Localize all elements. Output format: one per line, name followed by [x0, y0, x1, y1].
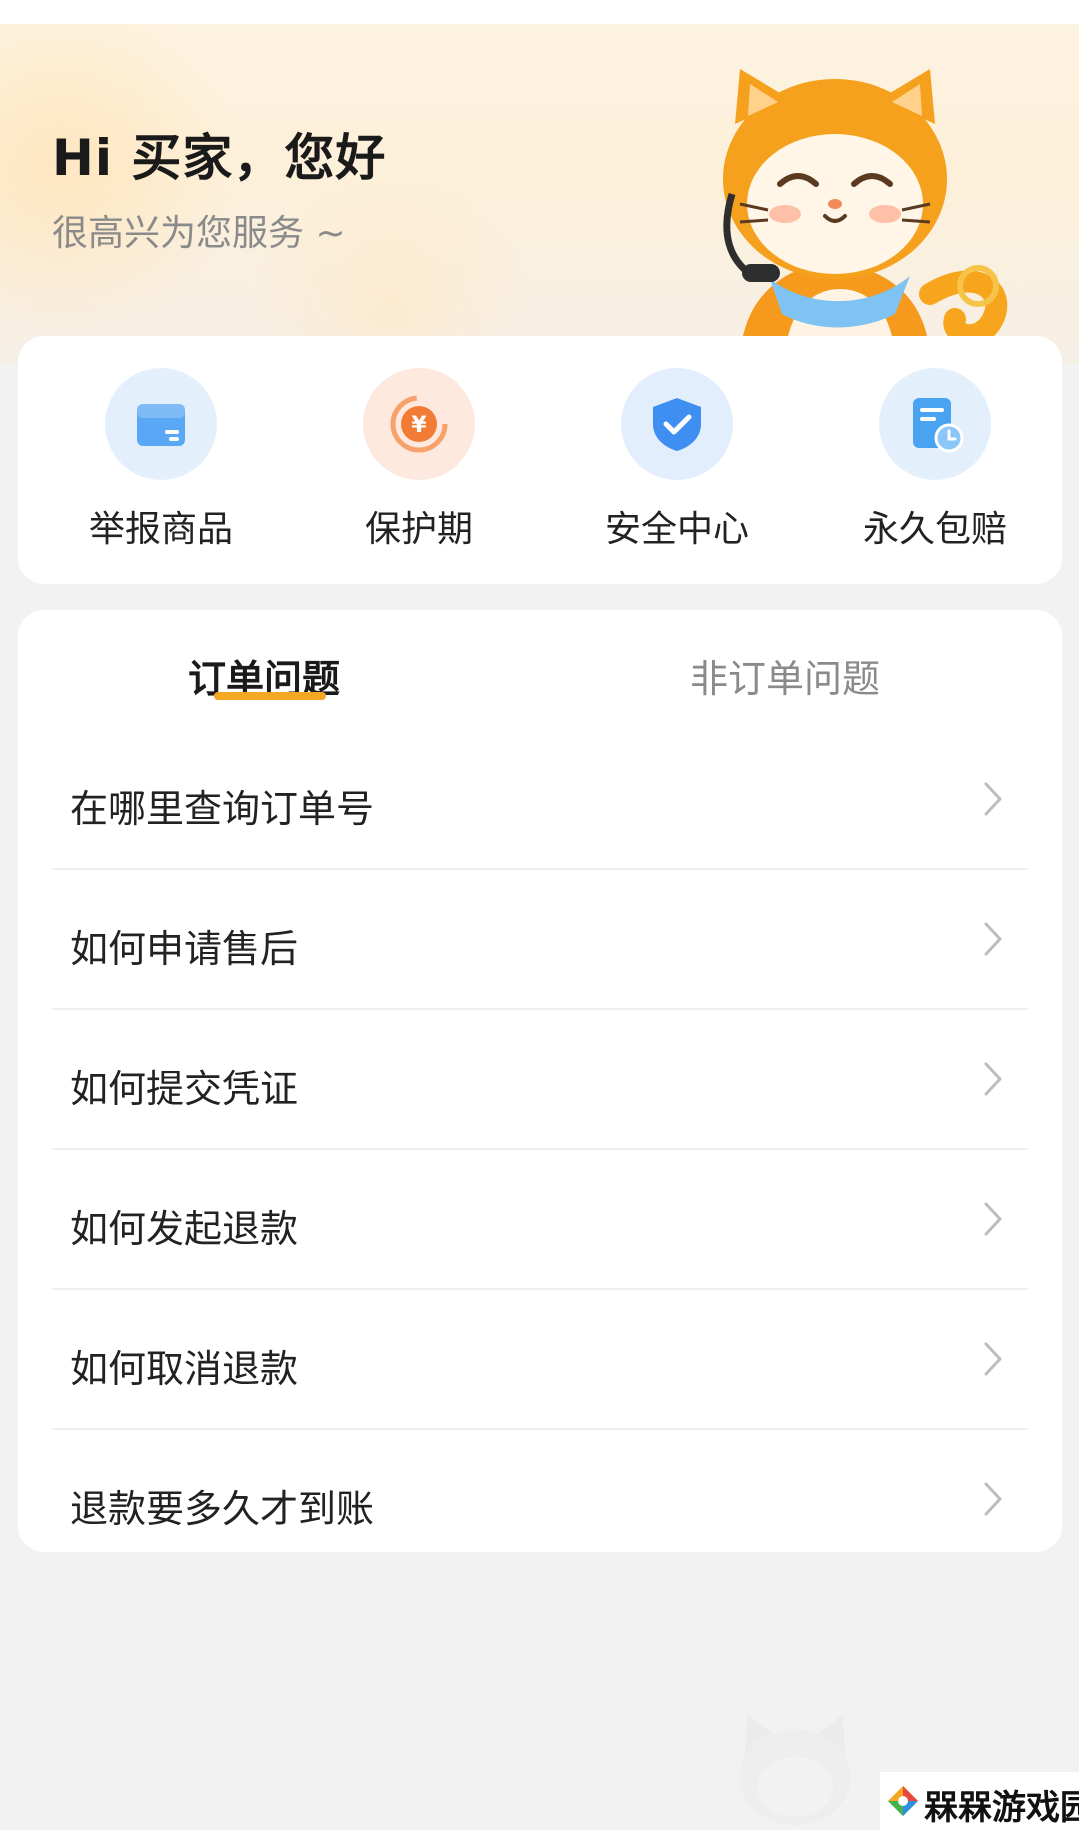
yuan-refresh-icon: ¥: [390, 395, 448, 453]
report-goods-icon: [137, 404, 185, 446]
chevron-right-icon: [984, 1342, 1002, 1376]
brand-logo-icon: [888, 1786, 918, 1816]
cat-mascot-illustration: [723, 69, 1008, 364]
chevron-right-icon: [984, 922, 1002, 956]
report-goods-icon-bg: [105, 368, 217, 480]
faq-item-refund-arrival-time[interactable]: 退款要多久才到账: [52, 1430, 1028, 1568]
chevron-right-icon: [984, 1202, 1002, 1236]
hero-banner: Hi 买家，您好 很高兴为您服务 ~: [0, 24, 1080, 364]
quick-action-protection-period[interactable]: ¥ 保护期: [319, 368, 519, 558]
faq-item-initiate-refund[interactable]: 如何发起退款: [52, 1150, 1028, 1290]
chevron-right-icon: [984, 1482, 1002, 1516]
customer-service-page: Hi 买家，您好 很高兴为您服务 ~ 举报商品 ¥ 保护期 安全中心 永久包赔 …: [0, 0, 1080, 1830]
faq-list: 在哪里查询订单号 如何申请售后 如何提交凭证 如何发起退款 如何取消退款 退款要…: [52, 730, 1028, 1568]
status-strip: [0, 0, 1080, 24]
quick-action-label: 保护期: [364, 509, 473, 550]
faq-item-submit-proof[interactable]: 如何提交凭证: [52, 1010, 1028, 1150]
quick-action-label: 永久包赔: [862, 509, 1007, 550]
active-tab-indicator: [214, 692, 326, 700]
faq-item-label: 如何取消退款: [70, 1347, 299, 1391]
faq-item-apply-after-sales[interactable]: 如何申请售后: [52, 870, 1028, 1010]
quick-action-label: 安全中心: [604, 509, 749, 550]
chevron-right-icon: [984, 1062, 1002, 1096]
document-clock-icon: [913, 398, 964, 453]
faq-item-label: 在哪里查询订单号: [70, 787, 375, 831]
greeting-title: Hi 买家，您好: [52, 129, 387, 187]
faq-item-label: 如何发起退款: [70, 1207, 299, 1251]
greeting-subtitle: 很高兴为您服务 ~: [52, 213, 346, 254]
quick-action-report-goods[interactable]: 举报商品: [61, 368, 261, 558]
faq-item-find-order-number[interactable]: 在哪里查询订单号: [52, 730, 1028, 870]
faq-item-label: 如何申请售后: [70, 927, 299, 971]
document-clock-icon-bg: [879, 368, 991, 480]
faq-card: 订单问题 非订单问题 在哪里查询订单号 如何申请售后 如何提交凭证 如何发起退款…: [18, 610, 1062, 1552]
quick-action-permanent-compensation[interactable]: 永久包赔: [835, 368, 1035, 558]
quick-actions-card: 举报商品 ¥ 保护期 安全中心 永久包赔: [18, 336, 1062, 584]
shield-check-icon: [653, 398, 701, 451]
faq-item-cancel-refund[interactable]: 如何取消退款: [52, 1290, 1028, 1430]
brand-watermark: 槑槑游戏园: [880, 1772, 1080, 1830]
yuan-refresh-icon-bg: ¥: [363, 368, 475, 480]
cat-watermark-icon: [739, 1715, 851, 1825]
faq-item-label: 如何提交凭证: [70, 1067, 299, 1111]
tab-non-order-issues[interactable]: 非订单问题: [690, 648, 880, 703]
quick-action-label: 举报商品: [88, 509, 233, 550]
chevron-right-icon: [984, 782, 1002, 816]
faq-item-label: 退款要多久才到账: [70, 1487, 375, 1531]
quick-action-security-center[interactable]: 安全中心: [577, 368, 777, 558]
brand-watermark-text: 槑槑游戏园: [924, 1788, 1080, 1828]
svg-text:¥: ¥: [411, 413, 427, 438]
shield-check-icon-bg: [621, 368, 733, 480]
